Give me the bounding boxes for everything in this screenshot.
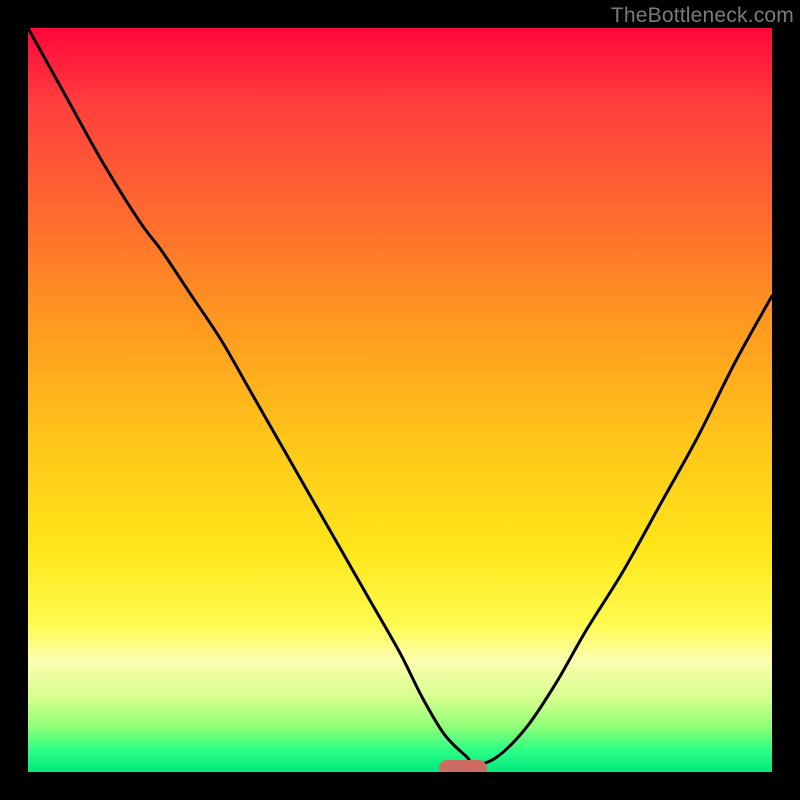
bottleneck-curve	[28, 28, 772, 772]
watermark-text: TheBottleneck.com	[611, 4, 794, 28]
optimal-marker	[439, 760, 487, 772]
plot-area	[28, 28, 772, 772]
chart-frame: TheBottleneck.com	[0, 0, 800, 800]
